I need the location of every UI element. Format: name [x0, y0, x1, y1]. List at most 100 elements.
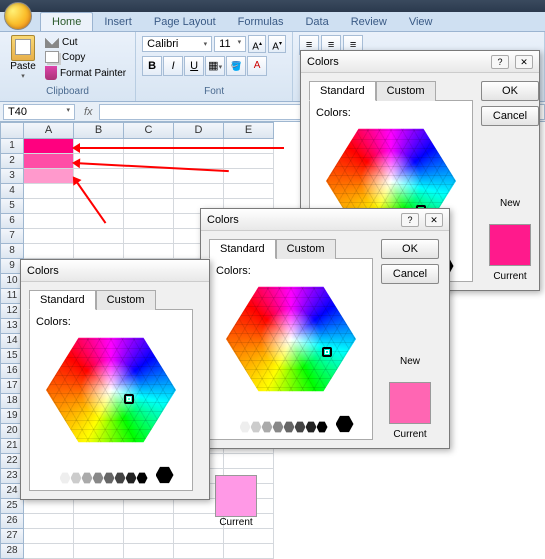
row-header[interactable]: 7	[0, 229, 24, 244]
cancel-button[interactable]: Cancel	[381, 264, 439, 284]
cell[interactable]	[224, 529, 274, 544]
row-header[interactable]: 4	[0, 184, 24, 199]
cancel-button[interactable]: Cancel	[481, 106, 539, 126]
row-header[interactable]: 5	[0, 199, 24, 214]
help-button[interactable]: ?	[491, 55, 509, 69]
row-header[interactable]: 27	[0, 529, 24, 544]
cell[interactable]	[124, 184, 174, 199]
cell[interactable]	[124, 529, 174, 544]
cell[interactable]	[24, 514, 74, 529]
cell[interactable]	[24, 229, 74, 244]
ok-button[interactable]: OK	[381, 239, 439, 259]
select-all-corner[interactable]	[0, 122, 24, 139]
shrink-font-button[interactable]: A▾	[268, 35, 286, 53]
cell[interactable]	[74, 169, 124, 184]
dialog-titlebar[interactable]: Colors ? ✕	[301, 51, 539, 73]
custom-tab[interactable]: Custom	[276, 239, 336, 259]
name-box[interactable]: T40▾	[3, 104, 75, 120]
row-header[interactable]: 8	[0, 244, 24, 259]
row-header[interactable]: 25	[0, 499, 24, 514]
cell[interactable]	[24, 499, 74, 514]
standard-tab[interactable]: Standard	[309, 81, 376, 101]
ok-button[interactable]: OK	[481, 81, 539, 101]
standard-tab[interactable]: Standard	[29, 290, 96, 310]
font-name-select[interactable]: Calibri▾	[142, 36, 212, 52]
color-hexagon-picker[interactable]	[216, 281, 366, 411]
cell[interactable]	[174, 529, 224, 544]
custom-tab[interactable]: Custom	[376, 81, 436, 101]
dialog-titlebar[interactable]: Colors ? ✕	[201, 209, 449, 231]
cell[interactable]	[24, 529, 74, 544]
chevron-down-icon: ▾	[21, 72, 25, 80]
help-button[interactable]: ?	[401, 213, 419, 227]
cell[interactable]	[124, 514, 174, 529]
row-header[interactable]: 1	[0, 139, 24, 154]
cell[interactable]	[124, 214, 174, 229]
cell[interactable]	[74, 514, 124, 529]
tab-data[interactable]: Data	[294, 13, 339, 31]
cell[interactable]	[24, 214, 74, 229]
cell[interactable]	[124, 199, 174, 214]
bold-button[interactable]: B	[142, 56, 162, 76]
cell[interactable]	[224, 544, 274, 559]
cell[interactable]	[224, 169, 274, 184]
color-hexagon-picker[interactable]	[36, 332, 186, 462]
row-header[interactable]: 2	[0, 154, 24, 169]
cell[interactable]	[24, 544, 74, 559]
row-header[interactable]: 28	[0, 544, 24, 559]
underline-button[interactable]: U	[184, 56, 204, 76]
cut-button[interactable]: Cut	[42, 35, 129, 49]
col-header[interactable]: C	[124, 122, 174, 139]
fx-label[interactable]: fx	[78, 106, 99, 118]
cell[interactable]	[74, 544, 124, 559]
cell[interactable]	[124, 499, 174, 514]
cell[interactable]	[24, 199, 74, 214]
row-header[interactable]: 3	[0, 169, 24, 184]
cell[interactable]	[224, 154, 274, 169]
cell[interactable]	[174, 544, 224, 559]
close-button[interactable]: ✕	[425, 213, 443, 227]
border-button[interactable]: ▦▾	[205, 56, 225, 76]
tab-view[interactable]: View	[398, 13, 444, 31]
cell[interactable]	[124, 244, 174, 259]
row-header[interactable]: 6	[0, 214, 24, 229]
cell[interactable]	[224, 184, 274, 199]
black-swatch[interactable]	[156, 466, 174, 484]
cell[interactable]	[174, 184, 224, 199]
cell[interactable]	[124, 229, 174, 244]
close-button[interactable]: ✕	[515, 55, 533, 69]
cell[interactable]	[124, 544, 174, 559]
dialog-titlebar[interactable]: Colors	[21, 260, 209, 282]
copy-button[interactable]: Copy	[42, 50, 129, 64]
tab-review[interactable]: Review	[340, 13, 398, 31]
cell[interactable]	[74, 244, 124, 259]
fill-color-button[interactable]: 🪣	[226, 56, 246, 76]
col-header[interactable]: E	[224, 122, 274, 139]
cell[interactable]	[74, 229, 124, 244]
standard-tab[interactable]: Standard	[209, 239, 276, 259]
grow-font-button[interactable]: A▴	[248, 35, 266, 53]
italic-button[interactable]: I	[163, 56, 183, 76]
cell[interactable]	[24, 244, 74, 259]
office-button[interactable]	[4, 2, 32, 30]
row-header[interactable]: 26	[0, 514, 24, 529]
cell[interactable]	[124, 169, 174, 184]
cell[interactable]	[74, 529, 124, 544]
col-header[interactable]: D	[174, 122, 224, 139]
font-color-button[interactable]: A	[247, 56, 267, 76]
paste-button[interactable]: Paste ▾	[6, 35, 40, 81]
grayscale-row[interactable]	[229, 421, 328, 433]
black-swatch[interactable]	[336, 415, 354, 433]
tab-home[interactable]: Home	[40, 12, 93, 31]
tab-page-layout[interactable]: Page Layout	[143, 13, 227, 31]
tab-insert[interactable]: Insert	[93, 13, 143, 31]
cell[interactable]	[74, 499, 124, 514]
format-painter-button[interactable]: Format Painter	[42, 65, 129, 81]
cell[interactable]	[24, 184, 74, 199]
grayscale-row[interactable]	[49, 472, 148, 484]
tab-formulas[interactable]: Formulas	[227, 13, 295, 31]
col-header[interactable]: A	[24, 122, 74, 139]
col-header[interactable]: B	[74, 122, 124, 139]
font-size-select[interactable]: 11▾	[214, 36, 246, 52]
custom-tab[interactable]: Custom	[96, 290, 156, 310]
